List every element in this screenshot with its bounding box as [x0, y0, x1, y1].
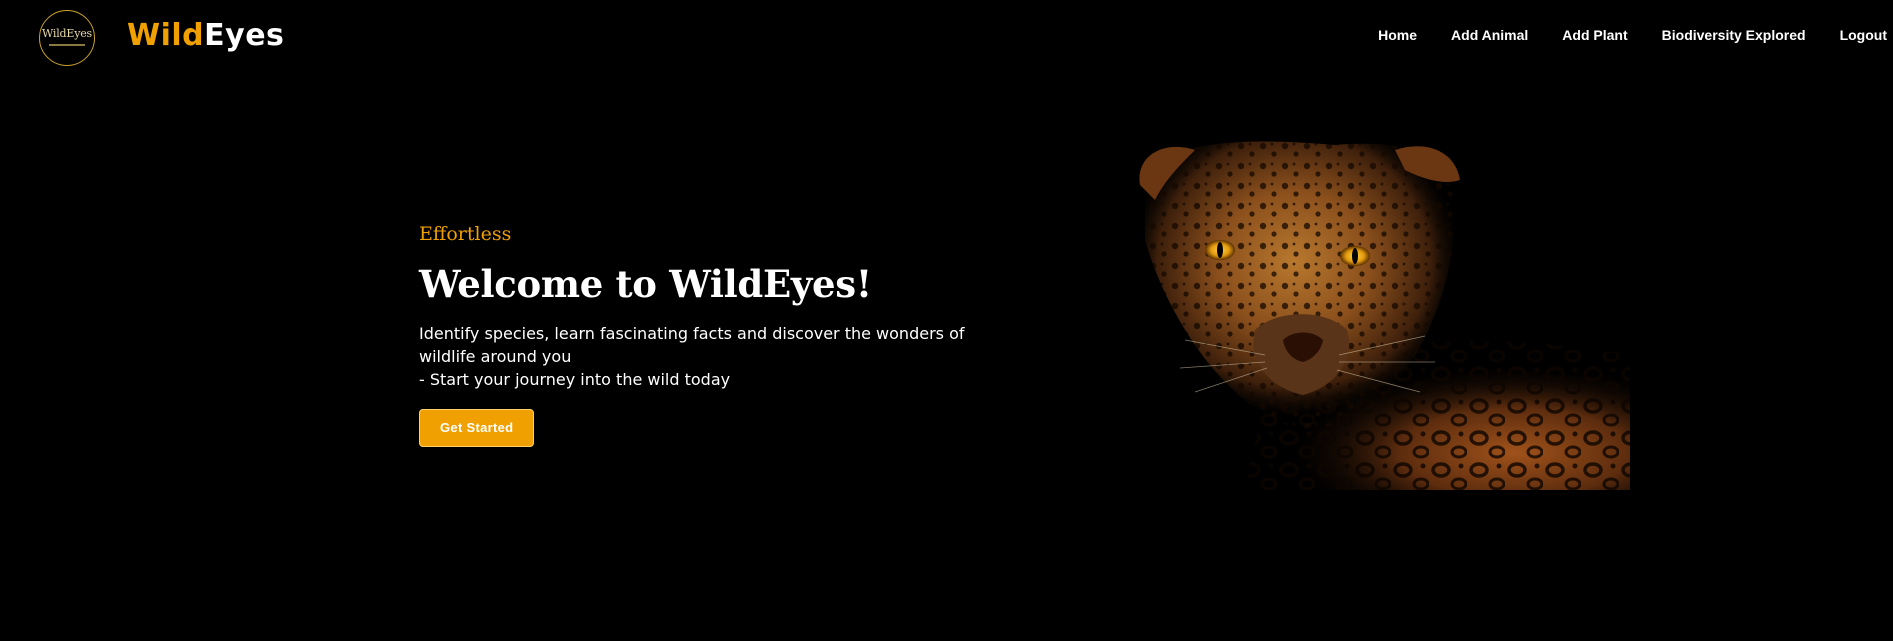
nav-add-animal[interactable]: Add Animal: [1451, 24, 1528, 46]
hero-description: Identify species, learn fascinating fact…: [419, 322, 979, 391]
brand-wordmark[interactable]: WildEyes: [127, 16, 284, 56]
brand-wild: Wild: [127, 18, 205, 53]
leopard-illustration: [1125, 140, 1630, 490]
hero-description-line-1: Identify species, learn fascinating fact…: [419, 324, 965, 366]
top-navbar: WildEyes WildEyes Home Add Animal Add Pl…: [0, 0, 1893, 76]
hero-description-line-2: - Start your journey into the wild today: [419, 370, 731, 389]
hero-section: Effortless Welcome to WildEyes! Identify…: [419, 220, 979, 447]
main-nav: Home Add Animal Add Plant Biodiversity E…: [1344, 24, 1893, 46]
get-started-button[interactable]: Get Started: [419, 409, 535, 447]
nav-add-plant[interactable]: Add Plant: [1562, 24, 1627, 46]
nav-biodiversity-explored[interactable]: Biodiversity Explored: [1662, 24, 1806, 46]
nav-home[interactable]: Home: [1378, 24, 1417, 46]
logo-seal-tagline: [49, 44, 85, 46]
logo-seal-text: WildEyes: [42, 27, 92, 40]
logo-seal[interactable]: WildEyes: [39, 10, 95, 66]
nav-logout[interactable]: Logout: [1840, 24, 1887, 46]
hero-title: Welcome to WildEyes!: [419, 262, 872, 306]
hero-eyebrow: Effortless: [419, 223, 512, 245]
leopard-image: [1125, 140, 1630, 490]
brand-eyes: Eyes: [204, 18, 285, 53]
